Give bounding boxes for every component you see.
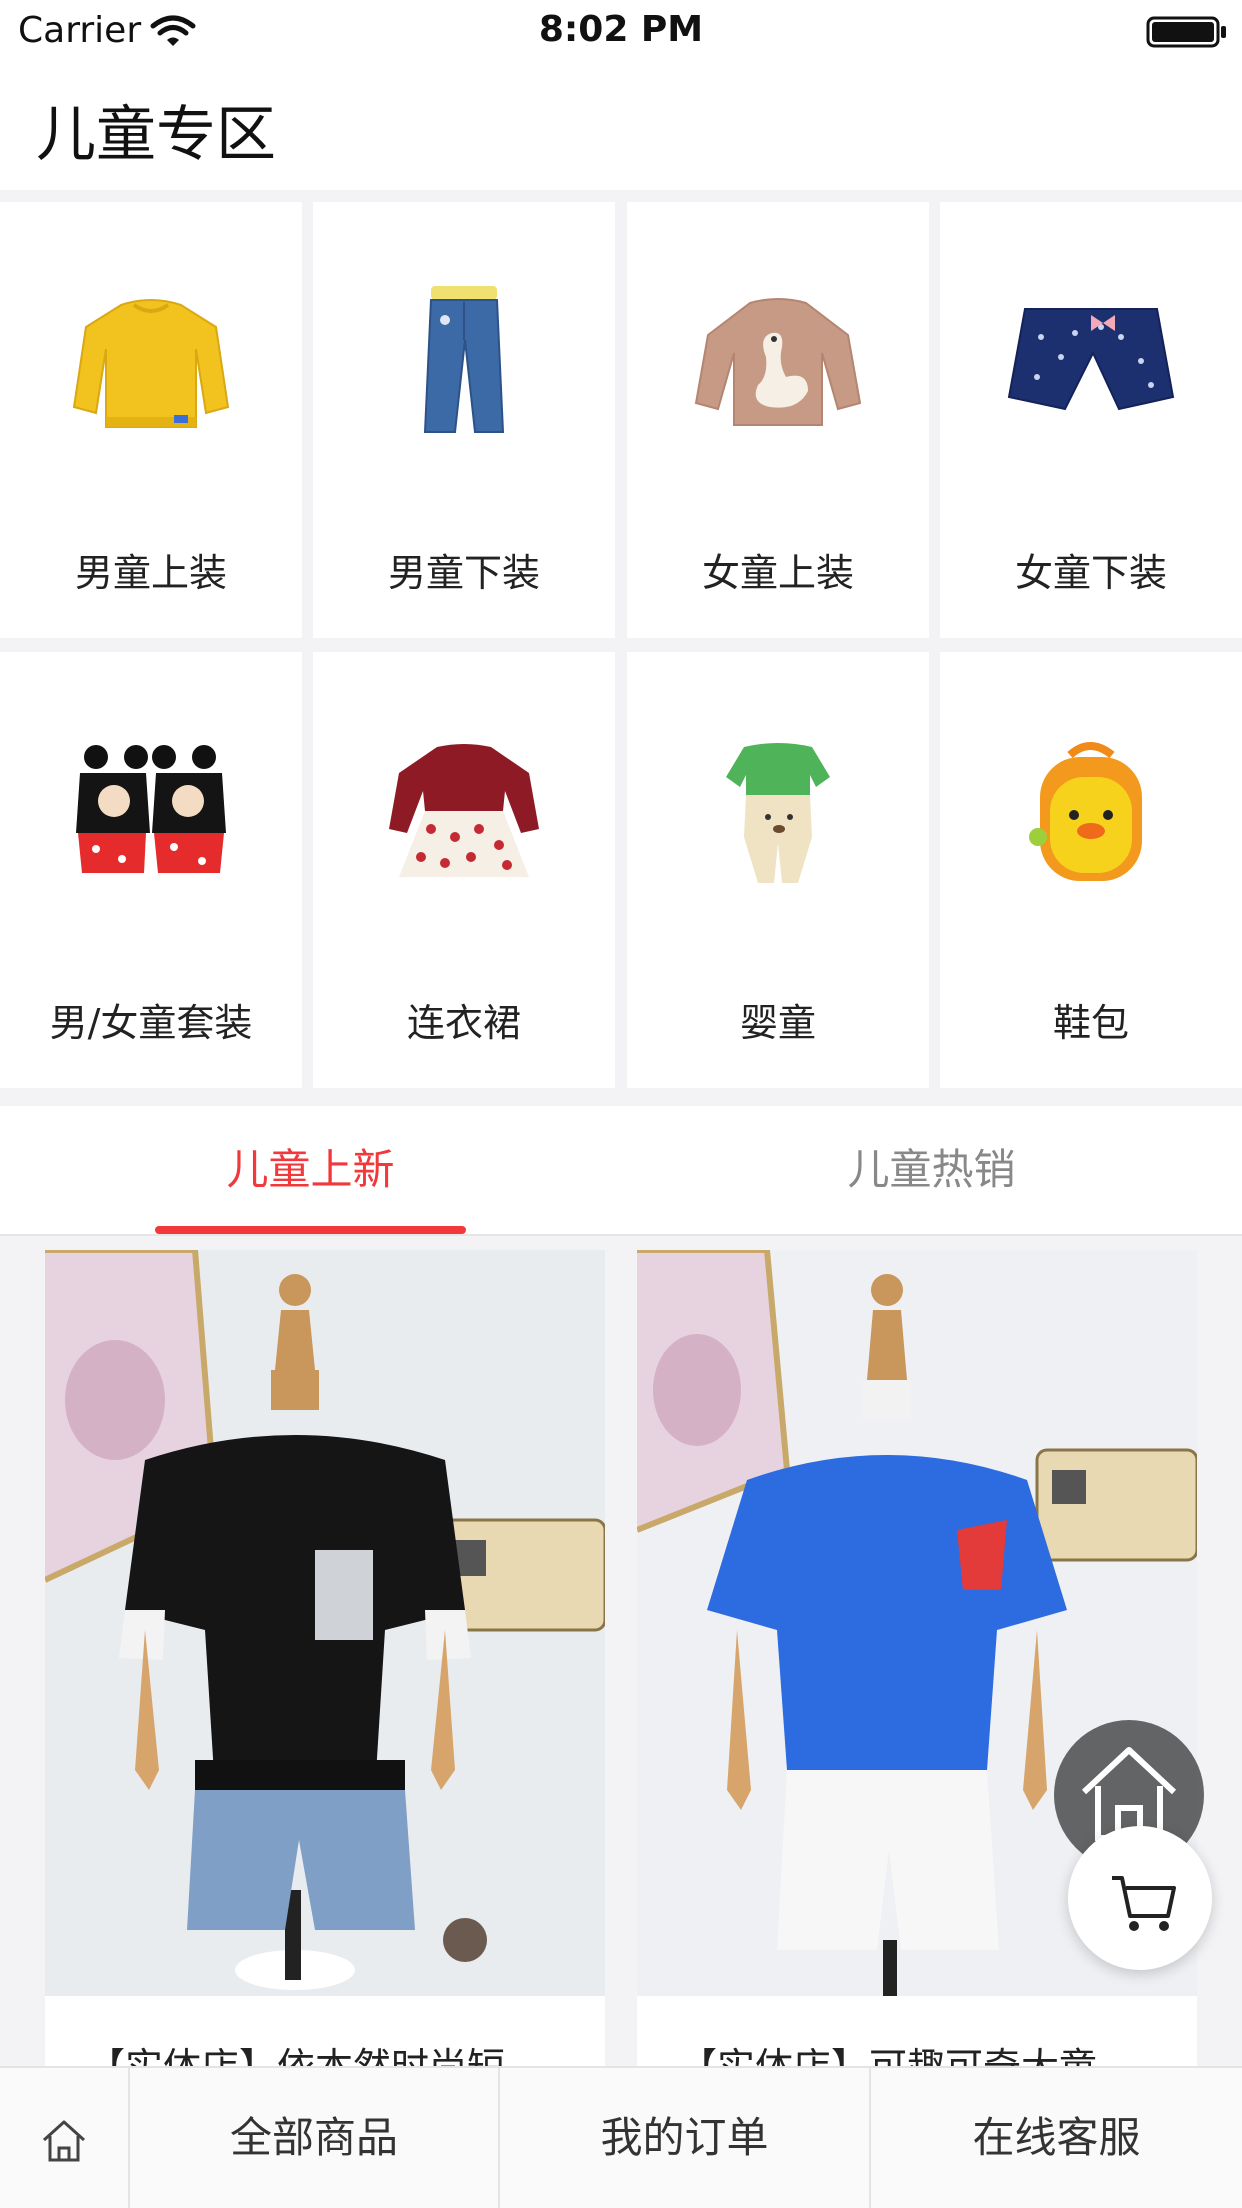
category-label: 男/女童套装 (49, 1001, 253, 1045)
bottom-home-button[interactable] (0, 2068, 130, 2208)
category-shoes-bags[interactable]: 鞋包 (940, 652, 1242, 1088)
black-tshirt-mannequin-photo (45, 1250, 605, 1996)
polka-dress-icon (389, 744, 539, 877)
product-title: 【实体店】依本然时尚短 (87, 2036, 505, 2066)
category-label: 鞋包 (1052, 1001, 1129, 1045)
category-label: 男童上装 (74, 551, 227, 595)
nav-all-products[interactable]: 全部商品 (130, 2068, 500, 2208)
category-label: 婴童 (739, 1001, 816, 1045)
category-girls-bottoms[interactable]: 女童下装 (940, 202, 1242, 638)
bottom-nav: 全部商品 我的订单 在线客服 (0, 2066, 1242, 2208)
category-label: 女童上装 (701, 551, 854, 595)
duck-backpack-icon (1029, 742, 1142, 881)
category-boys-bottoms[interactable]: 男童下装 (313, 202, 615, 638)
category-label: 女童下装 (1014, 551, 1167, 595)
product-tabs: 儿童上新 儿童热销 (0, 1106, 1242, 1236)
swan-top-icon (694, 298, 862, 426)
category-label: 男童下装 (387, 551, 540, 595)
nav-my-orders[interactable]: 我的订单 (500, 2068, 871, 2208)
clock: 8:02 PM (538, 9, 704, 50)
product-card[interactable]: 【实体店】依本然时尚短 (45, 1250, 605, 2066)
category-baby[interactable]: 婴童 (627, 652, 929, 1088)
mickey-set-icon (76, 745, 226, 873)
tab-best-sellers[interactable]: 儿童热销 (621, 1106, 1242, 1236)
jeans-icon (423, 286, 505, 433)
battery-icon (1146, 16, 1226, 48)
category-label: 连衣裙 (406, 1001, 521, 1045)
status-bar: Carrier 8:02 PM (0, 0, 1242, 62)
category-sets[interactable]: 男/女童套装 (0, 652, 302, 1088)
product-photo (45, 1250, 605, 1996)
nav-customer-service[interactable]: 在线客服 (871, 2068, 1242, 2208)
active-tab-indicator (155, 1226, 466, 1234)
category-girls-tops[interactable]: 女童上装 (627, 202, 929, 638)
cart-icon (1112, 1876, 1176, 1931)
category-dresses[interactable]: 连衣裙 (313, 652, 615, 1088)
header: 儿童专区 (0, 62, 1242, 190)
category-boys-tops[interactable]: 男童上装 (0, 202, 302, 638)
navy-shorts-icon (1007, 308, 1175, 411)
tab-new-arrivals[interactable]: 儿童上新 (0, 1106, 621, 1236)
page-title: 儿童专区 (36, 100, 276, 170)
baby-romper-icon (726, 743, 830, 883)
product-list: 【实体店】依本然时尚短 【实体店】可趣可奇大童 (0, 1238, 1242, 2066)
product-title: 【实体店】可趣可奇大童 (679, 2036, 1097, 2066)
home-icon (42, 2120, 86, 2162)
yellow-sweater-icon (72, 299, 230, 428)
floating-cart-button[interactable] (1068, 1826, 1212, 1970)
